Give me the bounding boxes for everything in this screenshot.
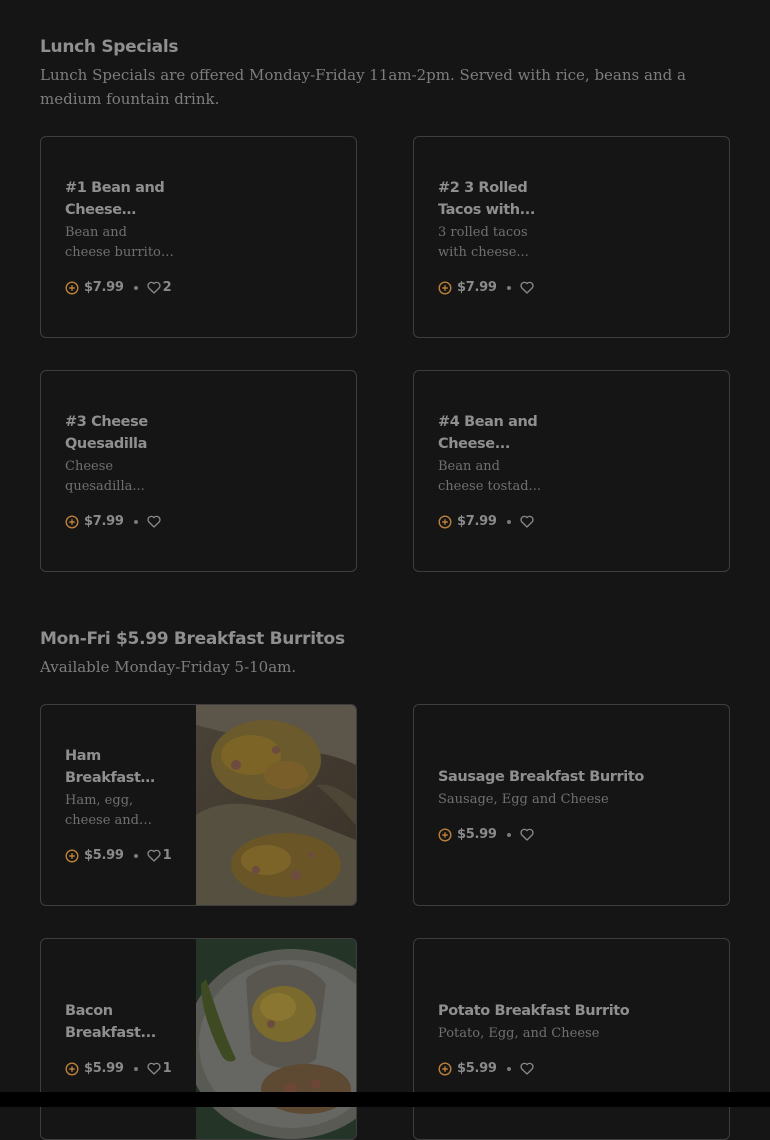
menu-item-card[interactable]: #2 3 Rolled Tacos with... 3 rolled tacos… <box>413 136 730 338</box>
ham-burrito-photo <box>196 705 356 905</box>
menu-item-price: $7.99 <box>457 514 497 529</box>
plus-circle-icon[interactable] <box>65 514 79 529</box>
menu-item-description: Sausage, Egg and Cheese <box>438 791 609 807</box>
separator-dot <box>133 519 138 524</box>
menu-item-card[interactable]: Bacon Breakfast... $5.99 1 <box>40 938 357 1140</box>
menu-item-price: $5.99 <box>84 848 124 863</box>
menu-item-price: $7.99 <box>84 514 124 529</box>
separator-dot <box>133 853 138 858</box>
menu-item-description: Bean and cheese burrito served... <box>65 224 161 260</box>
section-description-lunch-specials: Lunch Specials are offered Monday-Friday… <box>40 66 686 108</box>
menu-item-title: Bacon Breakfast... <box>65 1002 156 1041</box>
separator-dot <box>506 1066 511 1071</box>
menu-item-title: Ham Breakfast Burrito <box>65 747 141 786</box>
heart-icon[interactable] <box>520 828 534 841</box>
plus-circle-icon[interactable] <box>438 827 452 842</box>
separator-dot <box>133 285 138 290</box>
like-count: 1 <box>162 848 172 863</box>
menu-item-card[interactable]: Ham Breakfast Burrito Ham, egg, cheese a… <box>40 704 357 906</box>
like-count: 2 <box>162 280 172 295</box>
menu-item-card[interactable]: Sausage Breakfast Burrito Sausage, Egg a… <box>413 704 730 906</box>
plus-circle-icon[interactable] <box>438 1061 452 1076</box>
menu-item-card[interactable]: #1 Bean and Cheese Burrito Bean and chee… <box>40 136 357 338</box>
section-title-lunch-specials: Lunch Specials <box>40 37 179 57</box>
menu-item-description: Ham, egg, cheese and pic... <box>65 792 139 828</box>
separator-dot <box>506 519 511 524</box>
menu-item-price: $7.99 <box>84 280 124 295</box>
plus-circle-icon[interactable] <box>65 848 79 863</box>
menu-item-price: $5.99 <box>457 1061 497 1076</box>
menu-item-price: $5.99 <box>457 827 497 842</box>
separator-dot <box>133 1066 138 1071</box>
menu-item-title: #1 Bean and Cheese Burrito <box>65 179 165 218</box>
menu-item-price: $7.99 <box>457 280 497 295</box>
menu-item-title: Potato Breakfast Burrito <box>438 1002 630 1019</box>
menu-item-description: Potato, Egg, and Cheese <box>438 1025 600 1041</box>
menu-item-card[interactable]: Potato Breakfast Burrito Potato, Egg, an… <box>413 938 730 1140</box>
heart-icon[interactable] <box>147 515 161 528</box>
heart-icon[interactable] <box>147 849 161 862</box>
heart-icon[interactable] <box>520 281 534 294</box>
heart-icon[interactable] <box>147 1062 161 1075</box>
plus-circle-icon[interactable] <box>438 280 452 295</box>
menu-item-title: Sausage Breakfast Burrito <box>438 768 644 785</box>
like-count: 1 <box>162 1061 172 1076</box>
menu-item-title: #4 Bean and Cheese... <box>438 413 538 452</box>
separator-dot <box>506 832 511 837</box>
plus-circle-icon[interactable] <box>65 1061 79 1076</box>
menu-item-card[interactable]: #4 Bean and Cheese... Bean and cheese to… <box>413 370 730 572</box>
menu-item-title: #3 Cheese Quesadilla <box>65 413 148 452</box>
menu-item-description: Bean and cheese tostad... <box>438 458 541 494</box>
heart-icon[interactable] <box>147 281 161 294</box>
menu-item-description: Cheese quesadilla... <box>65 458 145 494</box>
menu-item-price: $5.99 <box>84 1061 124 1076</box>
menu-item-description: 3 rolled tacos with cheese... <box>438 224 529 260</box>
bottom-edge-bar <box>0 1092 770 1107</box>
heart-icon[interactable] <box>520 515 534 528</box>
bacon-burrito-photo <box>196 939 356 1139</box>
section-description-breakfast-burritos: Available Monday-Friday 5-10am. <box>40 658 297 676</box>
menu-item-card[interactable]: #3 Cheese Quesadilla Cheese quesadilla..… <box>40 370 357 572</box>
section-title-breakfast-burritos: Mon-Fri $5.99 Breakfast Burritos <box>40 629 345 649</box>
plus-circle-icon[interactable] <box>438 514 452 529</box>
separator-dot <box>506 285 511 290</box>
menu-item-title: #2 3 Rolled Tacos with... <box>438 179 535 218</box>
plus-circle-icon[interactable] <box>65 280 79 295</box>
heart-icon[interactable] <box>520 1062 534 1075</box>
